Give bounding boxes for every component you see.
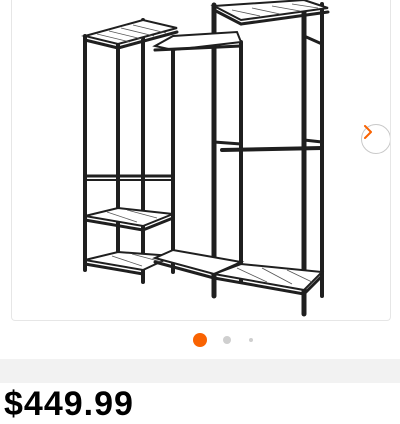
product-image-gallery[interactable] — [11, 0, 391, 321]
product-image-wire-closet-organizer — [81, 0, 330, 317]
pagination-dot[interactable] — [223, 336, 231, 344]
pagination-dot[interactable] — [249, 338, 253, 342]
product-price: $449.99 — [4, 385, 134, 423]
section-divider — [0, 359, 400, 383]
chevron-right-icon — [364, 125, 372, 139]
gallery-pagination — [0, 331, 400, 349]
next-image-button[interactable] — [361, 124, 390, 154]
pagination-dot-active[interactable] — [193, 333, 207, 347]
